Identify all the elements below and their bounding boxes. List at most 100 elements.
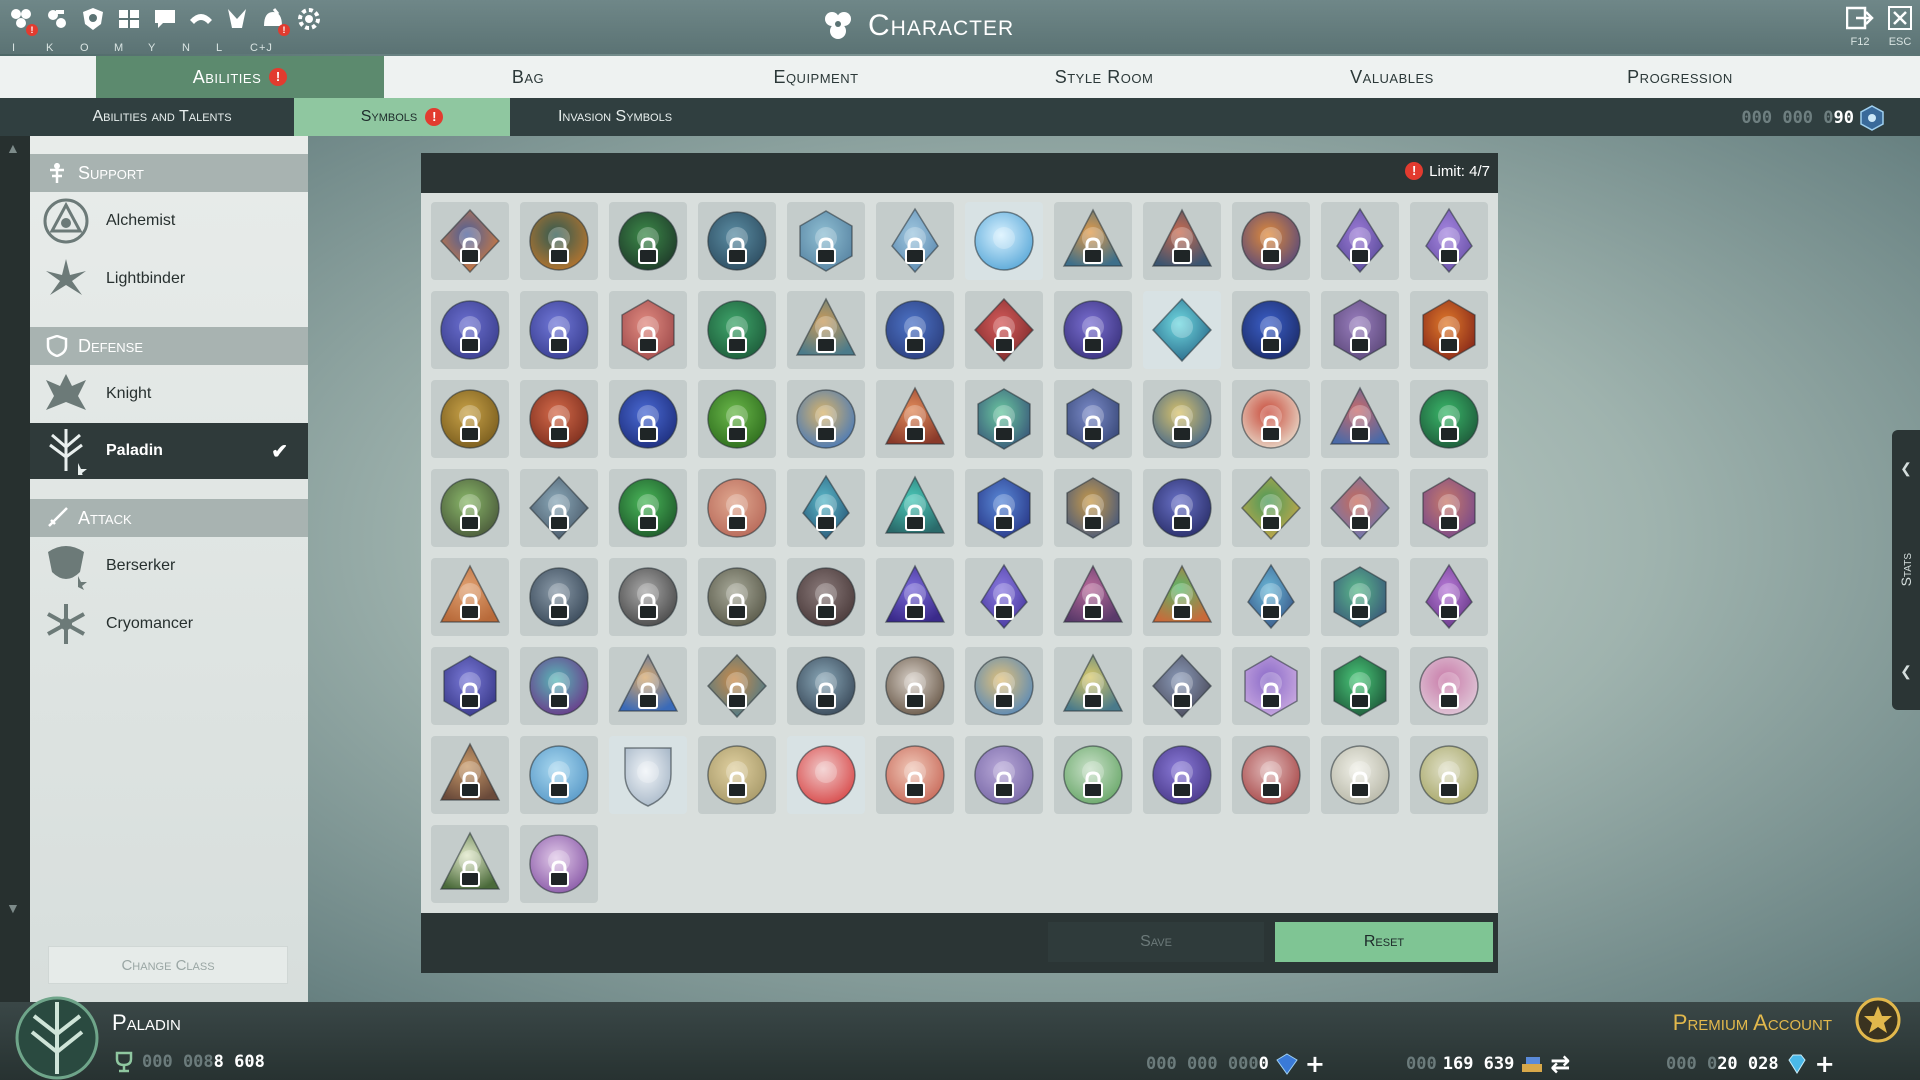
- green-gear-symbol[interactable]: [1410, 380, 1488, 458]
- dawn-symbol[interactable]: [965, 647, 1043, 725]
- wing-symbol[interactable]: [787, 380, 865, 458]
- crystal-hex-symbol[interactable]: [431, 647, 509, 725]
- star-ring-symbol[interactable]: [1232, 736, 1310, 814]
- chat-icon[interactable]: [150, 4, 180, 34]
- white-sword-symbol[interactable]: [609, 736, 687, 814]
- gold-orbit-symbol[interactable]: [1143, 380, 1221, 458]
- jade-hex-symbol[interactable]: [1321, 558, 1399, 636]
- leaf-cross-symbol[interactable]: [1054, 736, 1132, 814]
- reset-button[interactable]: Reset: [1275, 922, 1493, 962]
- runner-symbol[interactable]: [431, 202, 509, 280]
- ice-peak-symbol[interactable]: [1232, 558, 1310, 636]
- premium-star-icon[interactable]: [1854, 996, 1902, 1044]
- fire-giant-symbol[interactable]: [1410, 291, 1488, 369]
- gold-peak-symbol[interactable]: [1054, 647, 1132, 725]
- class-item-lightbinder[interactable]: Lightbinder: [30, 251, 308, 307]
- tower-peak-symbol[interactable]: [1321, 380, 1399, 458]
- red-heart-symbol[interactable]: [787, 736, 865, 814]
- orchid-peak-symbol[interactable]: [1410, 558, 1488, 636]
- rune-circle-symbol[interactable]: [520, 825, 598, 903]
- cannon-symbol[interactable]: [520, 469, 598, 547]
- archer-symbol[interactable]: [698, 647, 776, 725]
- ring-symbol[interactable]: [609, 202, 687, 280]
- guild-icon[interactable]: [78, 4, 108, 34]
- dome-symbol[interactable]: [1143, 202, 1221, 280]
- red-runner-symbol[interactable]: [965, 291, 1043, 369]
- blue-hex-symbol[interactable]: [965, 469, 1043, 547]
- handshake-icon[interactable]: [186, 4, 216, 34]
- lightburst-symbol[interactable]: [965, 202, 1043, 280]
- blade-ring-symbol[interactable]: [787, 558, 865, 636]
- sunburst-symbol[interactable]: [1232, 202, 1310, 280]
- green-peak-symbol[interactable]: [1143, 558, 1221, 636]
- rose-wheel-symbol[interactable]: [1410, 647, 1488, 725]
- dragon-ring-symbol[interactable]: [787, 647, 865, 725]
- flask-symbol[interactable]: [431, 825, 509, 903]
- settings-gear-icon[interactable]: [294, 4, 324, 34]
- shield-orb-2-symbol[interactable]: [520, 291, 598, 369]
- close-control[interactable]: ESC: [1888, 6, 1912, 48]
- stone-ring-symbol[interactable]: [698, 558, 776, 636]
- class-item-alchemist[interactable]: Alchemist: [30, 193, 308, 249]
- skull-symbol[interactable]: [1232, 380, 1310, 458]
- titan-symbol[interactable]: [1410, 469, 1488, 547]
- tab-equipment[interactable]: Equipment: [672, 56, 960, 98]
- swirl-symbol[interactable]: [1143, 736, 1221, 814]
- subtab-abilities-and-talents[interactable]: Abilities and Talents: [30, 98, 294, 136]
- map-icon[interactable]: [114, 4, 144, 34]
- teal-peak-symbol[interactable]: [876, 469, 954, 547]
- eye-symbol[interactable]: [609, 647, 687, 725]
- knot-symbol[interactable]: [1410, 736, 1488, 814]
- honeycomb-symbol[interactable]: [1054, 380, 1132, 458]
- add-currency-button[interactable]: +: [1305, 1050, 1325, 1078]
- cyan-runner-symbol[interactable]: [1143, 291, 1221, 369]
- violet-runner-symbol[interactable]: [1054, 291, 1132, 369]
- serpent-symbol[interactable]: [1232, 469, 1310, 547]
- winged-gold-symbol[interactable]: [698, 736, 776, 814]
- stats-drawer-tab[interactable]: ❮ Stats ❮: [1892, 430, 1920, 710]
- exchange-icon[interactable]: ⇄: [1550, 1050, 1570, 1078]
- blue-runner-symbol[interactable]: [876, 291, 954, 369]
- cube-symbol[interactable]: [787, 202, 865, 280]
- red-fist-symbol[interactable]: [520, 380, 598, 458]
- copper-peak-symbol[interactable]: [431, 558, 509, 636]
- mount-icon[interactable]: [222, 4, 252, 34]
- blue-fist-symbol[interactable]: [609, 380, 687, 458]
- pale-star-symbol[interactable]: [876, 736, 954, 814]
- clover-symbol[interactable]: [520, 647, 598, 725]
- armor-symbol[interactable]: [1143, 647, 1221, 725]
- steel-ring-symbol[interactable]: [520, 558, 598, 636]
- tab-abilities[interactable]: Abilities!: [96, 56, 384, 98]
- class-item-paladin[interactable]: Paladin ✔: [30, 423, 308, 479]
- gold-fist-symbol[interactable]: [431, 380, 509, 458]
- sidebar-scroll-down-icon[interactable]: ▼: [6, 900, 20, 916]
- orb-symbol[interactable]: [698, 202, 776, 280]
- skills-icon[interactable]: [42, 4, 72, 34]
- fullscreen-control[interactable]: F12: [1846, 6, 1874, 48]
- violet-beast-symbol[interactable]: [1321, 291, 1399, 369]
- star-symbol[interactable]: [698, 469, 776, 547]
- violet-ring-peak-symbol[interactable]: [965, 558, 1043, 636]
- bronze-eye-symbol[interactable]: [431, 736, 509, 814]
- chain-ring-symbol[interactable]: [965, 736, 1043, 814]
- fist-peak-symbol[interactable]: [787, 291, 865, 369]
- green-hex-symbol[interactable]: [609, 469, 687, 547]
- save-button[interactable]: Save: [1048, 922, 1264, 962]
- tab-style-room[interactable]: Style Room: [960, 56, 1248, 98]
- crystal-symbol[interactable]: [876, 202, 954, 280]
- tab-bag[interactable]: Bag: [384, 56, 672, 98]
- flame-peak-symbol[interactable]: [1054, 202, 1132, 280]
- class-item-berserker[interactable]: Berserker: [30, 538, 308, 594]
- tab-valuables[interactable]: Valuables: [1248, 56, 1536, 98]
- fullscreen-exit-icon[interactable]: [1846, 6, 1874, 30]
- ember-peak-symbol[interactable]: [876, 380, 954, 458]
- red-gem-symbol[interactable]: [609, 291, 687, 369]
- violet-gem-symbol[interactable]: [1321, 202, 1399, 280]
- pet-icon[interactable]: !: [258, 4, 290, 36]
- class-item-knight[interactable]: Knight: [30, 366, 308, 422]
- blue-arrow-symbol[interactable]: [1232, 291, 1310, 369]
- violet-crown-symbol[interactable]: [1232, 647, 1310, 725]
- emerald-peak-symbol[interactable]: [965, 380, 1043, 458]
- change-class-button[interactable]: Change Class: [48, 946, 288, 984]
- shield-orb-symbol[interactable]: [431, 291, 509, 369]
